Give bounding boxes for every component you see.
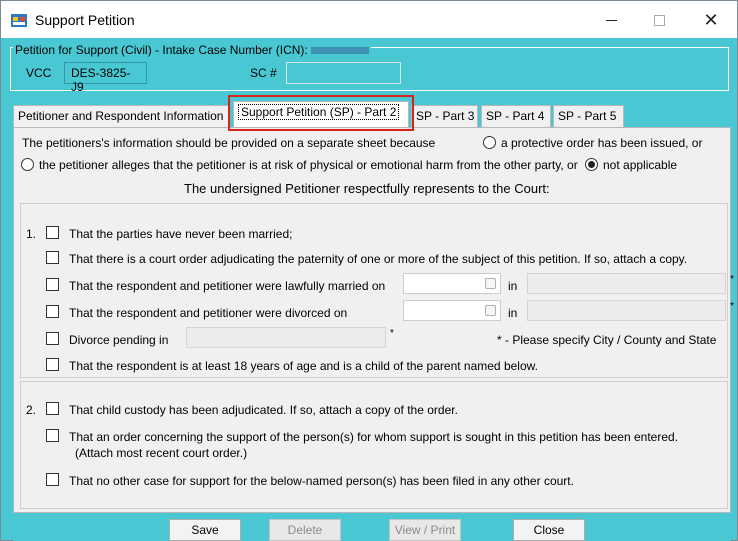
radio-protective-order[interactable] <box>483 136 496 149</box>
divorce-pending-label: Divorce pending in <box>69 333 169 347</box>
respondent-age-label: That the respondent is at least 18 years… <box>69 359 538 373</box>
custody-label: That child custody has been adjudicated.… <box>69 403 458 417</box>
no-other-case-checkbox[interactable] <box>46 473 59 486</box>
vcc-field: DES-3825-J9 <box>64 62 147 94</box>
calendar-icon <box>485 305 496 316</box>
title-bar[interactable]: Support Petition ✕ <box>1 1 737 38</box>
tab-sp-part5[interactable]: SP - Part 5 <box>553 105 624 127</box>
sc-field[interactable] <box>286 62 401 84</box>
save-button[interactable]: Save <box>169 519 241 541</box>
section1-number: 1. <box>26 227 37 241</box>
married-in-label: in <box>508 279 518 293</box>
button-bar <box>13 513 731 541</box>
window-title: Support Petition <box>35 12 135 28</box>
section2-number: 2. <box>26 403 37 417</box>
never-married-label: That the parties have never been married… <box>69 227 293 241</box>
location-note: * - Please specify City / County and Sta… <box>497 333 717 347</box>
radio-risk-of-harm[interactable] <box>21 158 34 171</box>
divorced-in-label: in <box>508 306 518 320</box>
no-other-case-label: That no other case for support for the b… <box>69 474 574 488</box>
close-button[interactable]: Close <box>513 519 585 541</box>
respondent-age-checkbox[interactable] <box>46 358 59 371</box>
tab-panel: The petitioners's information should be … <box>13 127 734 513</box>
radio-risk-of-harm-label: the petitioner alleges that the petition… <box>39 158 578 172</box>
divorce-pending-required-marker: * <box>390 328 394 339</box>
section-heading: The undersigned Petitioner respectfully … <box>184 181 550 196</box>
radio-protective-order-label: a protective order has been issued, or <box>501 136 703 150</box>
custody-checkbox[interactable] <box>46 402 59 415</box>
divorced-location-field[interactable] <box>527 300 726 321</box>
maximize-icon <box>653 14 665 26</box>
active-tab-highlight <box>228 95 414 131</box>
married-location-field[interactable] <box>527 273 726 294</box>
divorced-on-checkbox[interactable] <box>46 305 59 318</box>
divorced-on-label: That the respondent and petitioner were … <box>69 306 348 320</box>
close-window-button[interactable]: ✕ <box>689 5 733 35</box>
divorce-pending-location-field[interactable] <box>186 327 386 348</box>
support-order-note: (Attach most recent court order.) <box>75 446 248 460</box>
divorced-date-picker[interactable] <box>403 300 501 321</box>
calendar-icon <box>485 278 496 289</box>
tab-sp-part4[interactable]: SP - Part 4 <box>481 105 551 127</box>
vcc-label: VCC <box>26 66 52 80</box>
support-order-label: That an order concerning the support of … <box>69 430 679 444</box>
minimize-button[interactable] <box>589 5 633 35</box>
minimize-icon <box>605 19 617 21</box>
intro-text: The petitioners's information should be … <box>22 136 436 150</box>
maximize-button[interactable] <box>637 5 681 35</box>
never-married-checkbox[interactable] <box>46 226 59 239</box>
divorce-pending-checkbox[interactable] <box>46 332 59 345</box>
paternity-order-checkbox[interactable] <box>46 251 59 264</box>
tab-petitioner-respondent[interactable]: Petitioner and Respondent Information <box>13 105 230 127</box>
paternity-order-label: That there is a court order adjudicating… <box>69 252 688 266</box>
sc-label: SC # <box>250 66 277 80</box>
married-on-label: That the respondent and petitioner were … <box>69 279 386 293</box>
married-date-picker[interactable] <box>403 273 501 294</box>
tab-sp-part3[interactable]: SP - Part 3 <box>411 105 478 127</box>
delete-button[interactable]: Delete <box>269 519 341 541</box>
close-icon: ✕ <box>703 10 719 30</box>
support-petition-window: Support Petition ✕ Petition for Support … <box>0 0 738 541</box>
icn-group-label: Petition for Support (Civil) - Intake Ca… <box>13 43 371 57</box>
section2-box <box>20 381 728 509</box>
radio-not-applicable[interactable] <box>585 158 598 171</box>
married-on-checkbox[interactable] <box>46 278 59 291</box>
view-print-button[interactable]: View / Print <box>389 519 461 541</box>
radio-not-applicable-label: not applicable <box>603 158 678 172</box>
support-order-checkbox[interactable] <box>46 429 59 442</box>
divorced-required-marker: * <box>730 301 734 312</box>
married-required-marker: * <box>730 274 734 285</box>
redacted-value <box>310 47 369 55</box>
form-window-icon <box>11 14 27 27</box>
